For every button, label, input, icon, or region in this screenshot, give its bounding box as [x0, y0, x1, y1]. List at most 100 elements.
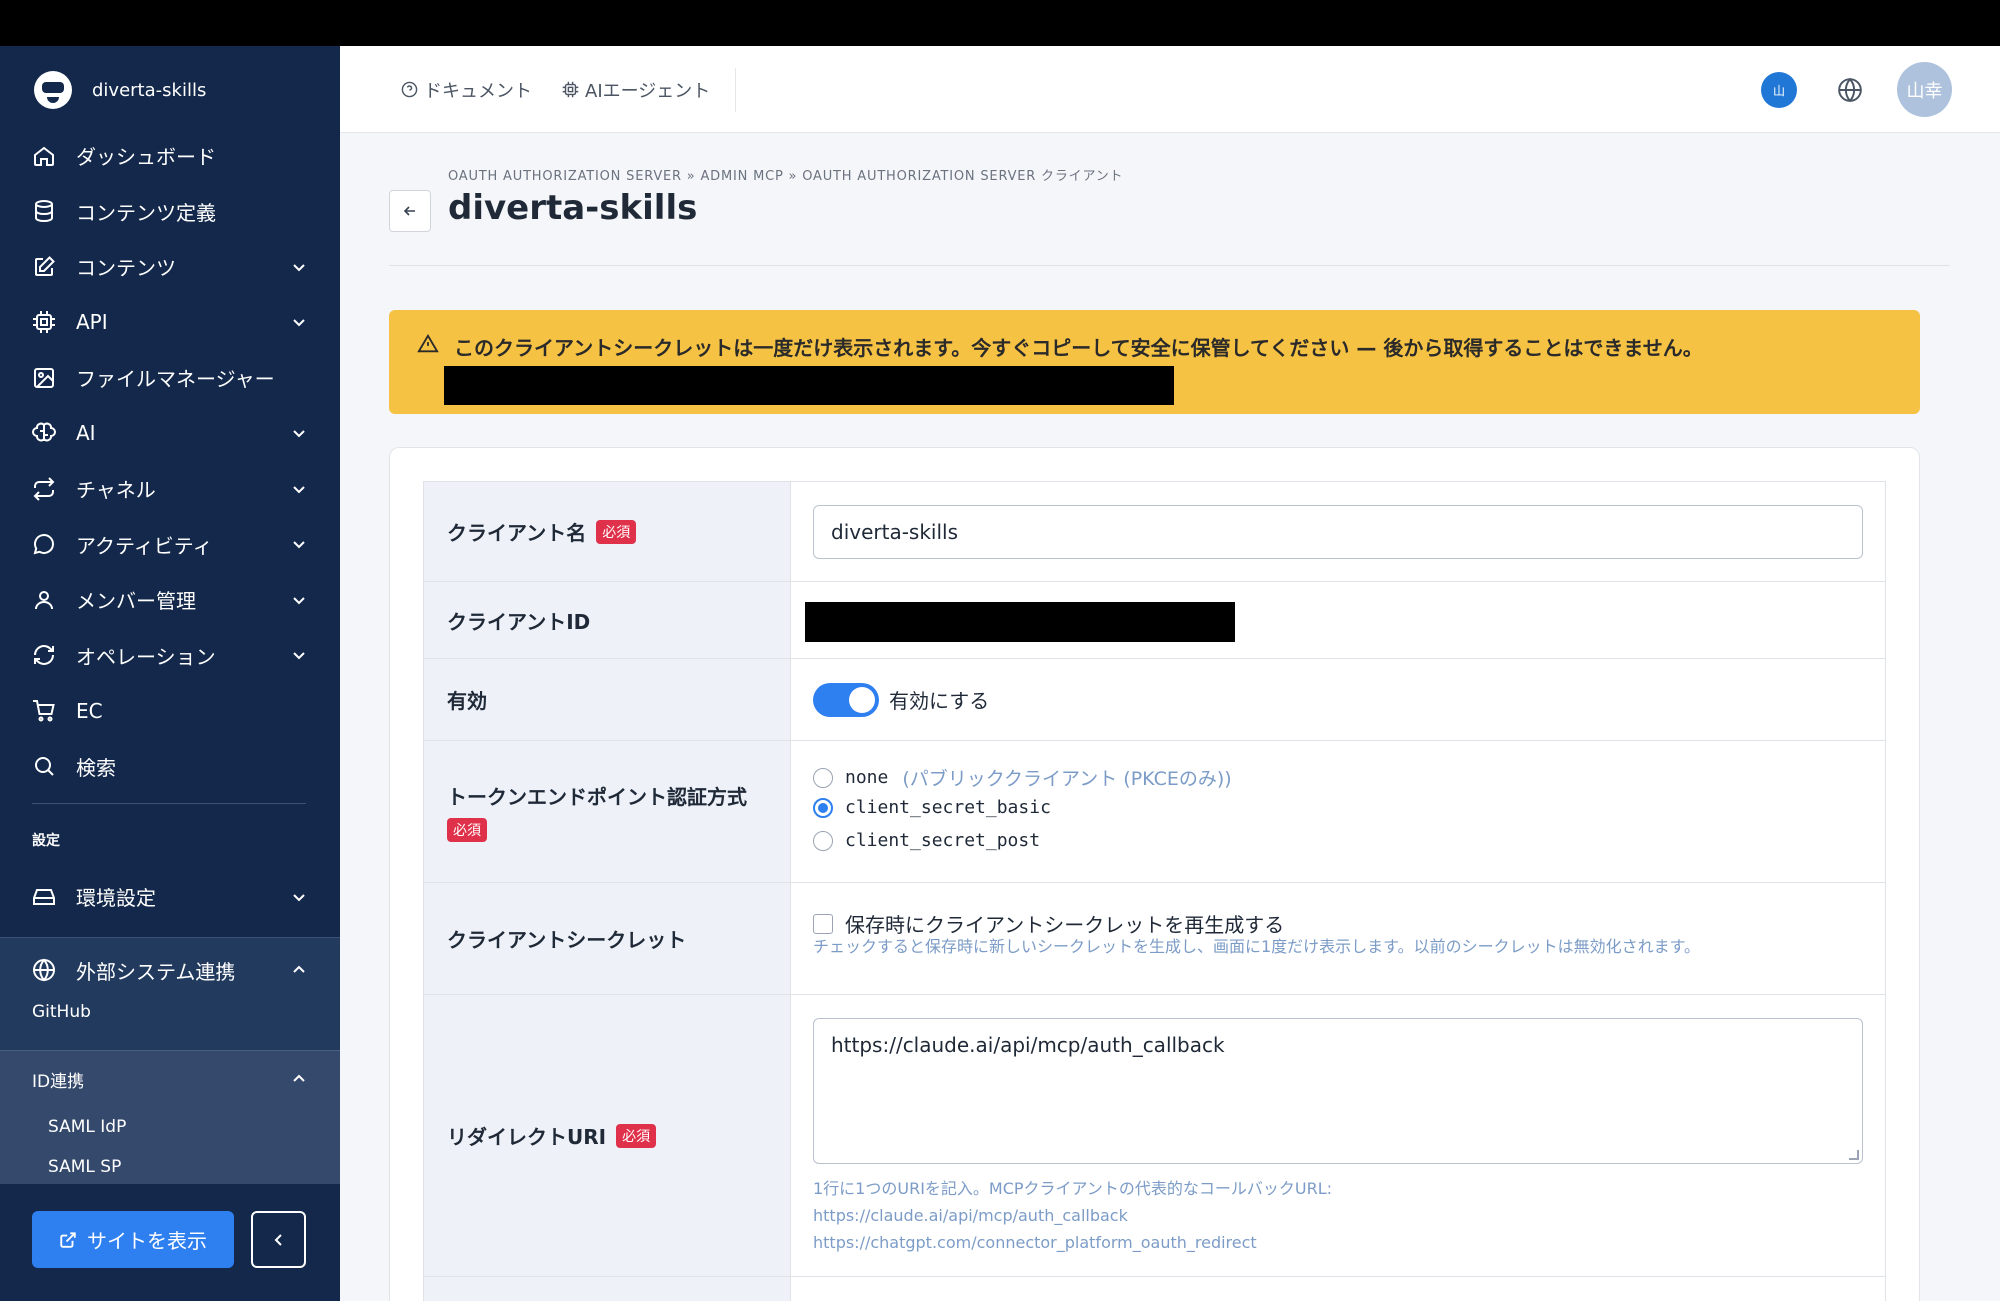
- radio-button[interactable]: [813, 830, 833, 851]
- sidebar-item-label: コンテンツ: [76, 256, 176, 281]
- chevron-down-icon: [292, 593, 306, 607]
- help-circle-icon: [401, 81, 418, 98]
- row-enabled: 有効 有効にする: [423, 658, 1886, 740]
- sidebar-item-label: チャネル: [76, 478, 156, 503]
- page-title: diverta-skills: [448, 188, 698, 228]
- sidebar-item-label: メンバー管理: [76, 589, 196, 614]
- chip-icon: [562, 81, 579, 98]
- sidebar-item-label: 環境設定: [76, 886, 156, 911]
- sidebar-item-label: アクティビティ: [76, 533, 213, 558]
- chevron-down-icon: [292, 260, 306, 274]
- hard-drive-icon: [32, 885, 56, 909]
- sidebar-item-dashboard[interactable]: ダッシュボード: [0, 128, 340, 184]
- alert-text: このクライアントシークレットは一度だけ表示されます。今すぐコピーして安全に保管し…: [454, 336, 1703, 360]
- brand[interactable]: diverta-skills: [34, 71, 207, 109]
- chevron-up-icon: [292, 1072, 306, 1086]
- sidebar-subitem-github[interactable]: GitHub: [0, 1002, 340, 1022]
- enabled-toggle[interactable]: [813, 683, 879, 717]
- redirect-uri-value: https://claude.ai/api/mcp/auth_callback: [831, 1033, 1225, 1057]
- database-icon: [32, 199, 56, 223]
- sidebar-item-file-manager[interactable]: ファイルマネージャー: [0, 350, 340, 406]
- sidebar-item-external-systems[interactable]: 外部システム連携: [0, 938, 340, 1002]
- brain-icon: [32, 421, 56, 445]
- sidebar-item-members[interactable]: メンバー管理: [0, 572, 340, 628]
- home-icon: [32, 144, 56, 168]
- docs-label: ドキュメント: [424, 80, 532, 102]
- warning-triangle-icon: [417, 333, 439, 355]
- row-next-partial: [423, 1276, 1886, 1301]
- view-site-label: サイトを表示: [87, 1229, 207, 1253]
- sidebar-item-label: AI: [76, 421, 96, 446]
- docs-link[interactable]: ドキュメント: [401, 46, 532, 133]
- secret-warning-alert: このクライアントシークレットは一度だけ表示されます。今すぐコピーして安全に保管し…: [389, 310, 1920, 414]
- client-id-redacted: [805, 602, 1235, 642]
- client-name-label-cell: クライアント名 必須: [424, 482, 791, 581]
- sidebar-item-env-settings[interactable]: 環境設定: [0, 869, 340, 925]
- collapse-sidebar-button[interactable]: [251, 1211, 306, 1268]
- chevron-down-icon: [292, 426, 306, 440]
- sidebar-item-operation[interactable]: オペレーション: [0, 628, 340, 684]
- sidebar-subitem-saml-sp[interactable]: SAML SP: [0, 1147, 340, 1187]
- secret-value-redacted[interactable]: [444, 366, 1174, 405]
- view-site-button[interactable]: サイトを表示: [32, 1211, 234, 1268]
- user-avatar[interactable]: 山幸: [1897, 62, 1952, 117]
- enabled-toggle-label: 有効にする: [889, 689, 990, 713]
- top-black-bar: [0, 0, 2000, 46]
- sidebar-item-label: EC: [76, 698, 103, 723]
- chevron-down-icon: [292, 315, 306, 329]
- ai-agent-link[interactable]: AIエージェント: [562, 46, 710, 133]
- client-id-label: クライアントID: [447, 609, 591, 634]
- sidebar-item-contents[interactable]: コンテンツ: [0, 239, 340, 295]
- sidebar-item-channel[interactable]: チャネル: [0, 461, 340, 517]
- redirect-help-example-claude: https://claude.ai/api/mcp/auth_callback: [813, 1206, 1128, 1225]
- radio-client-secret-basic[interactable]: client_secret_basic: [813, 797, 1051, 818]
- sidebar-item-label: ダッシュボード: [76, 145, 216, 170]
- sidebar-nav: ダッシュボード コンテンツ定義 コンテンツ API ファイルマネージャー AI …: [0, 128, 340, 794]
- back-button[interactable]: [389, 190, 431, 232]
- sidebar-item-label: ID連携: [32, 1071, 85, 1092]
- auth-method-label: トークンエンドポイント認証方式: [447, 785, 747, 809]
- arrow-left-icon: [403, 204, 417, 218]
- chevron-down-icon: [292, 482, 306, 496]
- search-icon: [32, 754, 56, 778]
- brand-name: diverta-skills: [92, 79, 207, 101]
- chevron-left-icon: [272, 1233, 286, 1247]
- resize-grip-icon[interactable]: [1849, 1150, 1859, 1160]
- redirect-help-line: 1行に1つのURIを記入。MCPクライアントの代表的なコールバックURL:: [813, 1179, 1333, 1198]
- top-header: ドキュメント AIエージェント 山 山幸: [340, 46, 2000, 133]
- user-icon: [32, 588, 56, 612]
- sidebar-item-api[interactable]: API: [0, 295, 340, 351]
- row-auth-method: トークンエンドポイント認証方式 必須 none (パブリッククライアント (PK…: [423, 740, 1886, 882]
- sidebar-item-ec[interactable]: EC: [0, 683, 340, 739]
- checkbox[interactable]: [813, 913, 833, 934]
- breadcrumb[interactable]: OAUTH AUTHORIZATION SERVER » ADMIN MCP »…: [448, 165, 1123, 184]
- radio-none[interactable]: none (パブリッククライアント (PKCEのみ)): [813, 764, 1232, 791]
- sidebar-subitem-saml-idp[interactable]: SAML IdP: [0, 1107, 340, 1147]
- redirect-uri-textarea[interactable]: https://claude.ai/api/mcp/auth_callback: [813, 1018, 1863, 1164]
- client-secret-label: クライアントシークレット: [447, 928, 687, 952]
- language-globe-icon[interactable]: [1837, 77, 1863, 103]
- sidebar-item-search[interactable]: 検索: [0, 739, 340, 795]
- repeat-icon: [32, 477, 56, 501]
- radio-hint: (パブリッククライアント (PKCEのみ)): [902, 768, 1232, 790]
- sidebar-item-label: ファイルマネージャー: [76, 367, 275, 392]
- sidebar-item-ai[interactable]: AI: [0, 406, 340, 462]
- radio-button[interactable]: [813, 767, 833, 788]
- radio-client-secret-post[interactable]: client_secret_post: [813, 830, 1040, 851]
- sidebar-item-activity[interactable]: アクティビティ: [0, 517, 340, 573]
- redirect-uri-label: リダイレクトURI: [447, 1125, 607, 1149]
- external-systems-group: 外部システム連携 GitHub: [0, 937, 340, 1050]
- sidebar-item-label: オペレーション: [76, 644, 216, 669]
- radio-button-selected[interactable]: [813, 797, 833, 818]
- client-name-input[interactable]: diverta-skills: [813, 505, 1863, 559]
- sidebar-item-label: コンテンツ定義: [76, 200, 216, 225]
- chat-icon: [32, 532, 56, 556]
- chevron-down-icon: [292, 890, 306, 904]
- sidebar-item-id-federation[interactable]: ID連携: [0, 1051, 340, 1107]
- site-badge[interactable]: 山: [1761, 72, 1797, 108]
- ai-agent-label: AIエージェント: [585, 80, 711, 102]
- id-federation-group: ID連携 SAML IdP SAML SP: [0, 1050, 340, 1184]
- sidebar-item-label: 外部システム連携: [76, 959, 236, 984]
- row-client-secret: クライアントシークレット 保存時にクライアントシークレットを再生成する チェック…: [423, 882, 1886, 994]
- sidebar-item-content-definition[interactable]: コンテンツ定義: [0, 184, 340, 240]
